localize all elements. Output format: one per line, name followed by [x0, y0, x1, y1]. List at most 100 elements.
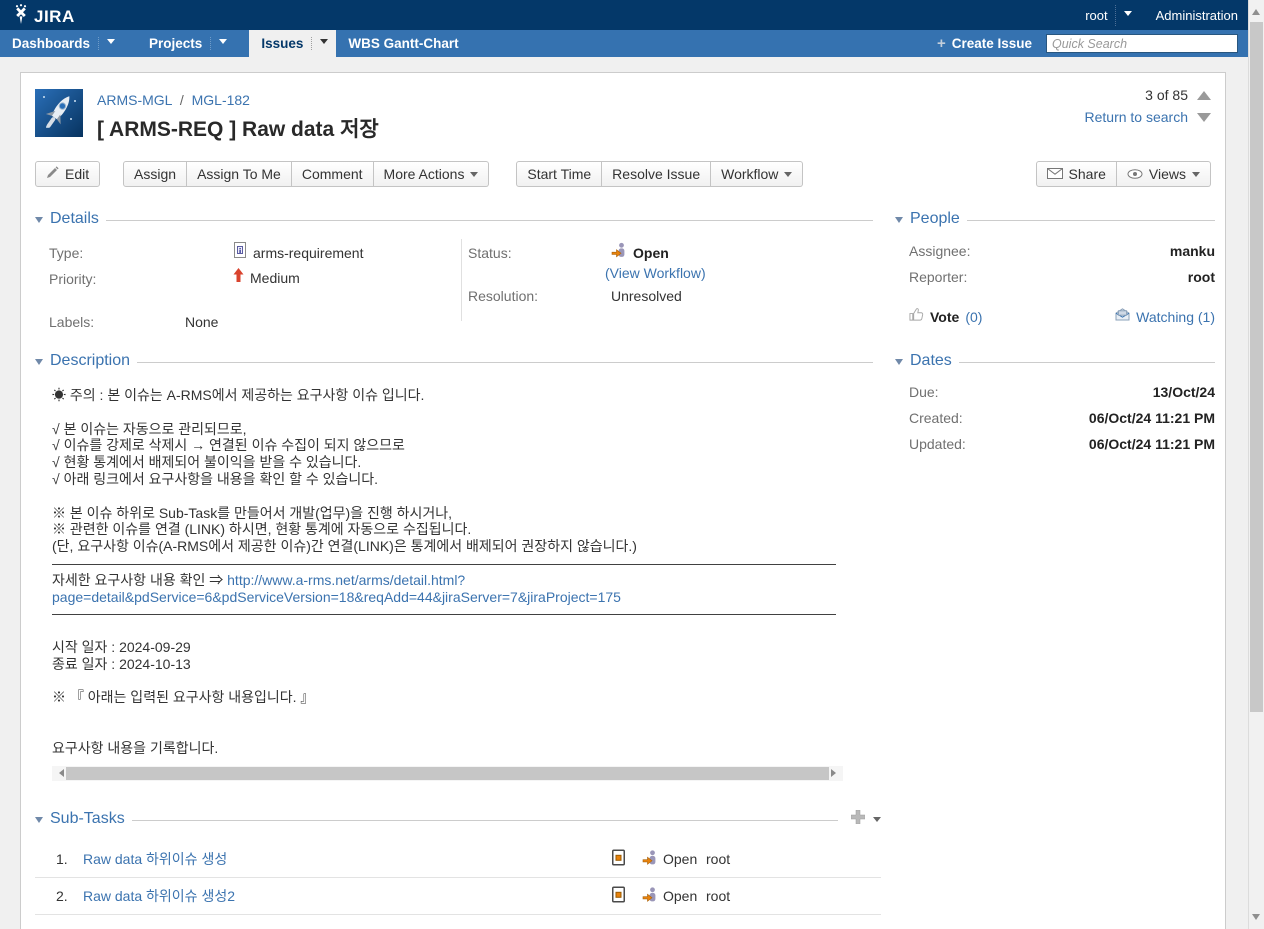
watching-control[interactable]: Watching (1)	[1115, 308, 1215, 326]
status-open-icon	[611, 242, 627, 263]
subtask-row[interactable]: 1. Raw data 하위이슈 생성 Open root	[35, 841, 881, 878]
chevron-down-icon	[320, 39, 328, 48]
views-button[interactable]: Views	[1117, 161, 1211, 187]
description-line: √ 이슈를 강제로 삭제시 → 연결된 이슈 수집이 되지 않으므로	[52, 437, 873, 454]
page-scrollbar[interactable]	[1248, 0, 1264, 929]
subtasks-section: Sub-Tasks 1. Raw data 하위이슈 생성 Open	[35, 809, 881, 915]
vote-control[interactable]: Vote (0)	[909, 307, 982, 327]
type-label: Type:	[49, 245, 83, 261]
collapse-people-icon[interactable]	[895, 217, 903, 223]
people-section-title: People	[910, 210, 960, 228]
scroll-left-icon[interactable]	[55, 769, 64, 777]
breadcrumb-issue-link[interactable]: MGL-182	[192, 92, 250, 108]
collapse-description-icon[interactable]	[35, 359, 43, 365]
jira-logo[interactable]: JIRA	[10, 4, 75, 30]
next-issue-icon[interactable]	[1197, 113, 1211, 122]
chevron-down-icon	[1192, 172, 1200, 181]
updated-label: Updated:	[909, 436, 966, 452]
comment-button[interactable]: Comment	[292, 161, 374, 187]
previous-issue-icon[interactable]	[1197, 91, 1211, 100]
subtasks-options-icon[interactable]	[873, 817, 881, 826]
administration-link[interactable]: Administration	[1156, 8, 1238, 23]
requirement-detail-link[interactable]: http://www.a-rms.net/arms/detail.html?	[227, 572, 465, 588]
more-actions-button[interactable]: More Actions	[374, 161, 490, 187]
collapse-dates-icon[interactable]	[895, 359, 903, 365]
chevron-down-icon	[470, 172, 478, 181]
priority-medium-icon	[233, 268, 244, 287]
subtask-number: 2.	[56, 888, 68, 904]
nav-issues-caret[interactable]	[311, 37, 334, 50]
description-line: √ 현황 통계에서 배제되어 불이익을 받을 수 있습니다.	[52, 454, 873, 471]
vote-count-link[interactable]: (0)	[965, 309, 982, 325]
collapse-details-icon[interactable]	[35, 217, 43, 223]
chevron-down-icon	[1124, 11, 1132, 20]
description-line: √ 아래 링크에서 요구사항을 내용을 확인 할 수 있습니다.	[52, 471, 873, 488]
description-line: ※ 본 이슈 하위로 Sub-Task를 만들어서 개발(업무)을 진행 하시거…	[52, 505, 873, 522]
horizontal-scroll-thumb[interactable]	[66, 767, 829, 780]
people-section: People Assignee: manku Reporter: root Vo…	[895, 209, 1215, 347]
nav-dashboards-caret[interactable]	[98, 37, 121, 50]
return-to-search-link[interactable]: Return to search	[1085, 109, 1189, 125]
workflow-button[interactable]: Workflow	[711, 161, 803, 187]
scroll-down-icon[interactable]	[1252, 914, 1260, 924]
nav-dashboards[interactable]: Dashboards	[0, 30, 123, 57]
divider-line: ————————————————————————————————————————…	[52, 555, 873, 572]
description-horizontal-scrollbar[interactable]	[52, 766, 843, 781]
description-line: 시작 일자 : 2024-09-29	[52, 639, 873, 656]
reporter-value: root	[1188, 269, 1215, 285]
eye-icon	[1127, 166, 1143, 182]
watching-envelope-icon	[1115, 308, 1130, 326]
reporter-label: Reporter:	[909, 269, 967, 285]
dates-section-title: Dates	[910, 352, 952, 370]
description-section-title: Description	[50, 352, 130, 370]
edit-button[interactable]: Edit	[35, 161, 100, 187]
start-time-button[interactable]: Start Time	[516, 161, 602, 187]
user-name: root	[1085, 8, 1107, 23]
nav-issues[interactable]: Issues	[249, 30, 336, 57]
top-bar: JIRA root Administration	[0, 0, 1264, 30]
collapse-subtasks-icon[interactable]	[35, 817, 43, 823]
assign-to-me-button[interactable]: Assign To Me	[187, 161, 292, 187]
resolve-issue-button[interactable]: Resolve Issue	[602, 161, 711, 187]
share-button[interactable]: Share	[1036, 161, 1117, 187]
scroll-up-icon[interactable]	[1252, 5, 1260, 15]
quick-search-input[interactable]	[1046, 34, 1238, 53]
assign-button[interactable]: Assign	[123, 161, 187, 187]
chevron-down-icon	[784, 172, 792, 181]
subtasks-table: 1. Raw data 하위이슈 생성 Open root 2. Raw dat…	[35, 841, 881, 915]
jira-charlie-icon	[10, 4, 32, 30]
resolution-value: Unresolved	[611, 288, 682, 304]
breadcrumb-project-link[interactable]: ARMS-MGL	[97, 92, 172, 108]
nav-wbs-gantt-chart[interactable]: WBS Gantt-Chart	[336, 30, 470, 57]
priority-label: Priority:	[49, 271, 96, 287]
divider-line: ————————————————————————————————————————…	[52, 605, 873, 622]
nav-projects-caret[interactable]	[210, 37, 233, 50]
subtask-title-link[interactable]: Raw data 하위이슈 생성2	[83, 886, 235, 906]
user-menu[interactable]: root	[1085, 5, 1133, 26]
scroll-right-icon[interactable]	[831, 769, 840, 777]
subtask-title-link[interactable]: Raw data 하위이슈 생성	[83, 849, 227, 869]
status-label: Status:	[468, 245, 512, 261]
description-line: 종료 일자 : 2024-10-13	[52, 656, 873, 673]
due-value: 13/Oct/24	[1153, 384, 1215, 400]
view-workflow-link[interactable]: (View Workflow)	[605, 265, 706, 281]
subtask-assignee: root	[706, 851, 730, 867]
requirement-detail-link-continued[interactable]: page=detail&pdService=6&pdServiceVersion…	[52, 589, 621, 605]
subtask-row[interactable]: 2. Raw data 하위이슈 생성2 Open root	[35, 878, 881, 915]
description-line: ※ 『 아래는 입력된 요구사항 내용입니다. 』	[52, 689, 873, 706]
jira-logo-text: JIRA	[34, 7, 75, 27]
watching-link[interactable]: Watching (1)	[1136, 309, 1215, 325]
nav-projects[interactable]: Projects	[137, 30, 235, 57]
created-label: Created:	[909, 410, 963, 426]
breadcrumb-separator: /	[176, 92, 188, 108]
description-line: ☀ 주의 : 본 이슈는 A-RMS에서 제공하는 요구사항 이슈 입니다.	[52, 387, 873, 404]
labels-value: None	[185, 314, 218, 330]
create-issue-button[interactable]: + Create Issue	[937, 35, 1032, 52]
user-menu-caret[interactable]	[1115, 5, 1134, 26]
pager-position: 3 of 85	[1145, 87, 1188, 103]
description-line: (단, 요구사항 이슈(A-RMS에서 제공한 이슈)간 연결(LINK)은 통…	[52, 538, 873, 555]
add-subtask-icon[interactable]	[851, 810, 865, 829]
description-section: Description ☀ 주의 : 본 이슈는 A-RMS에서 제공하는 요구…	[35, 351, 873, 781]
vertical-scroll-thumb[interactable]	[1250, 22, 1263, 712]
issue-pager: 3 of 85 Return to search	[1085, 87, 1212, 131]
